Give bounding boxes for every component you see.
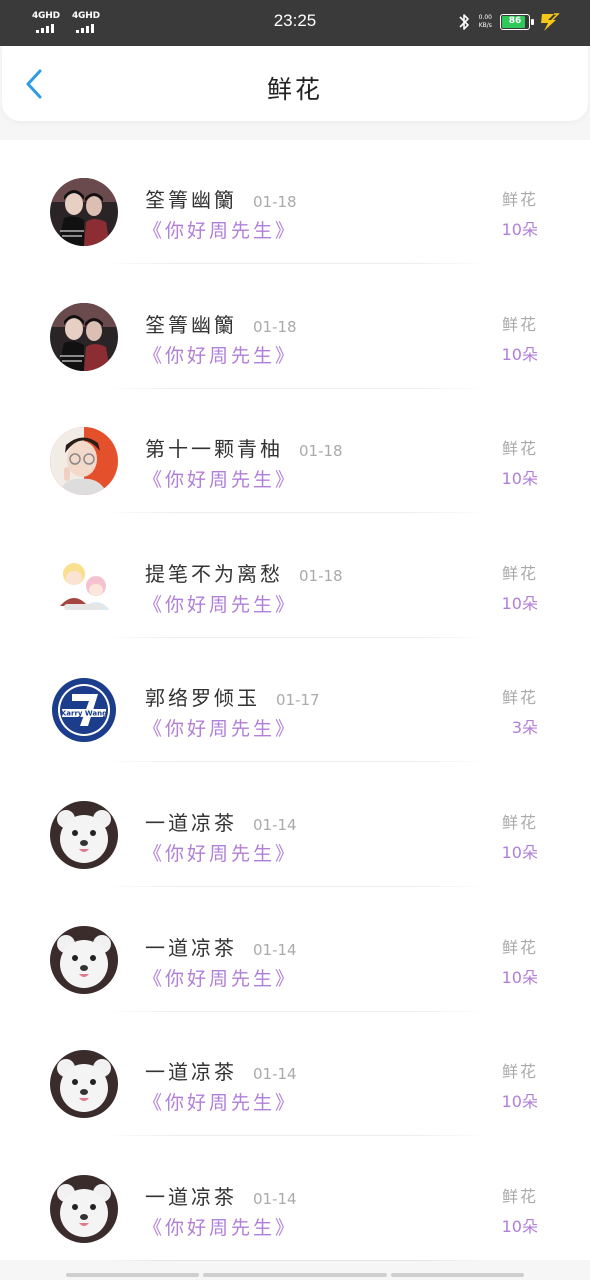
user-name-text: 筌箐幽籣 <box>145 312 237 337</box>
gift-date: 01-18 <box>253 193 297 211</box>
user-name[interactable]: 一道凉茶 01-14 <box>145 1056 297 1085</box>
gift-type: 鲜花 <box>501 688 538 708</box>
gift-count: 10朵 <box>501 967 538 987</box>
gift-count: 3朵 <box>511 718 538 738</box>
list-item[interactable]: Karry Wang 郭络罗倾玉 01-17 《你好周先生》 鲜花 3朵 <box>0 638 590 763</box>
user-name[interactable]: 一道凉茶 01-14 <box>145 932 297 961</box>
book-title[interactable]: 《你好周先生》 <box>143 714 297 741</box>
user-name-text: 筌箐幽籣 <box>145 188 237 212</box>
book-title[interactable]: 《你好周先生》 <box>143 216 297 243</box>
gift-date: 01-14 <box>253 940 297 959</box>
list-item[interactable]: 筌箐幽籣 01-18 《你好周先生》 鲜花 10朵 <box>0 140 590 264</box>
book-title[interactable]: 《你好周先生》 <box>143 964 297 991</box>
gift-type: 鲜花 <box>501 937 538 957</box>
avatar[interactable]: Karry Wang <box>50 676 118 745</box>
page-title: 鲜花 <box>266 75 323 104</box>
gift-type: 鲜花 <box>501 1062 538 1082</box>
user-name-text: 一道凉茶 <box>145 1184 237 1209</box>
gift-type: 鲜花 <box>501 1186 538 1206</box>
book-title[interactable]: 《你好周先生》 <box>143 341 297 368</box>
avatar[interactable] <box>50 302 118 371</box>
avatar[interactable] <box>50 551 118 620</box>
gift-date: 01-14 <box>253 816 297 834</box>
gift-count: 10朵 <box>501 593 538 613</box>
gift-count: 10朵 <box>501 1216 538 1236</box>
user-name-text: 提笔不为离愁 <box>145 561 283 586</box>
svg-text:Karry Wang: Karry Wang <box>61 710 107 718</box>
page-header: 鲜花 <box>2 46 588 121</box>
gift-type: 鲜花 <box>501 813 538 832</box>
user-name[interactable]: 筌箐幽籣 01-18 <box>145 309 297 338</box>
user-name-text: 郭络罗倾玉 <box>145 686 260 711</box>
status-icons: 0.00 KB/s 86 <box>457 10 560 34</box>
avatar[interactable] <box>50 801 118 869</box>
book-title[interactable]: 《你好周先生》 <box>143 590 297 617</box>
user-name[interactable]: 第十一颗青柚 01-18 <box>145 433 343 462</box>
gift-type: 鲜花 <box>501 563 538 583</box>
user-name-text: 一道凉茶 <box>145 811 237 835</box>
bluetooth-icon <box>459 14 469 30</box>
user-name[interactable]: 郭络罗倾玉 01-17 <box>145 682 320 711</box>
charging-bolt-icon <box>541 13 560 31</box>
list-item[interactable]: 第十一颗青柚 01-18 《你好周先生》 鲜花 10朵 <box>0 389 590 514</box>
gift-count: 10朵 <box>501 344 538 364</box>
book-title[interactable]: 《你好周先生》 <box>143 465 297 492</box>
avatar[interactable] <box>50 427 118 496</box>
list-item[interactable]: 一道凉茶 01-14 《你好周先生》 鲜花 10朵 <box>0 888 590 1012</box>
gift-count: 10朵 <box>501 469 538 489</box>
user-name-text: 第十一颗青柚 <box>145 437 283 462</box>
gift-type: 鲜花 <box>501 190 538 209</box>
scroll-indicator <box>66 1273 524 1277</box>
avatar[interactable] <box>50 1050 118 1119</box>
net-speed-value: 0.00 <box>478 14 492 21</box>
user-name[interactable]: 一道凉茶 01-14 <box>145 807 297 836</box>
battery-icon: 86 <box>500 14 534 30</box>
gift-date: 01-18 <box>299 566 343 585</box>
list-item[interactable]: 一道凉茶 01-14 《你好周先生》 鲜花 10朵 <box>0 1137 590 1261</box>
gift-count: 10朵 <box>501 1092 538 1112</box>
user-name-text: 一道凉茶 <box>145 935 237 960</box>
avatar[interactable] <box>50 1174 118 1243</box>
list-item[interactable]: 提笔不为离愁 01-18 《你好周先生》 鲜花 10朵 <box>0 514 590 638</box>
net-speed: 0.00 KB/s <box>479 14 492 30</box>
list-item[interactable]: 筌箐幽籣 01-18 《你好周先生》 鲜花 10朵 <box>0 265 590 389</box>
avatar[interactable] <box>50 925 118 994</box>
gift-type: 鲜花 <box>501 439 538 459</box>
book-title[interactable]: 《你好周先生》 <box>143 839 297 866</box>
avatar[interactable] <box>50 178 118 246</box>
row-divider <box>100 1259 490 1261</box>
gift-date: 01-18 <box>253 317 297 336</box>
gift-count: 10朵 <box>501 220 538 239</box>
gift-type: 鲜花 <box>501 314 538 334</box>
gift-date: 01-14 <box>253 1189 297 1208</box>
gift-list: 筌箐幽籣 01-18 《你好周先生》 鲜花 10朵 筌箐幽籣 01-18 《你好周先生》 鲜花 1… <box>0 140 590 1261</box>
book-title[interactable]: 《你好周先生》 <box>143 1088 297 1115</box>
user-name[interactable]: 一道凉茶 01-14 <box>145 1181 297 1210</box>
gift-date: 01-17 <box>276 691 320 710</box>
user-name[interactable]: 筌箐幽籣 01-18 <box>145 184 297 213</box>
list-item[interactable]: 一道凉茶 01-14 《你好周先生》 鲜花 10朵 <box>0 1012 590 1137</box>
user-name-text: 一道凉茶 <box>145 1060 237 1085</box>
gift-date: 01-14 <box>253 1065 297 1084</box>
gift-count: 10朵 <box>501 843 538 862</box>
list-item[interactable]: 一道凉茶 01-14 《你好周先生》 鲜花 10朵 <box>0 763 590 887</box>
net-speed-unit: KB/s <box>478 22 492 29</box>
status-bar: 4GHD 4GHD 23:25 0.00 KB/s 86 <box>0 0 590 46</box>
user-name[interactable]: 提笔不为离愁 01-18 <box>145 558 343 587</box>
gift-date: 01-18 <box>299 442 343 461</box>
battery-level: 86 <box>508 16 522 26</box>
book-title[interactable]: 《你好周先生》 <box>143 1213 297 1240</box>
